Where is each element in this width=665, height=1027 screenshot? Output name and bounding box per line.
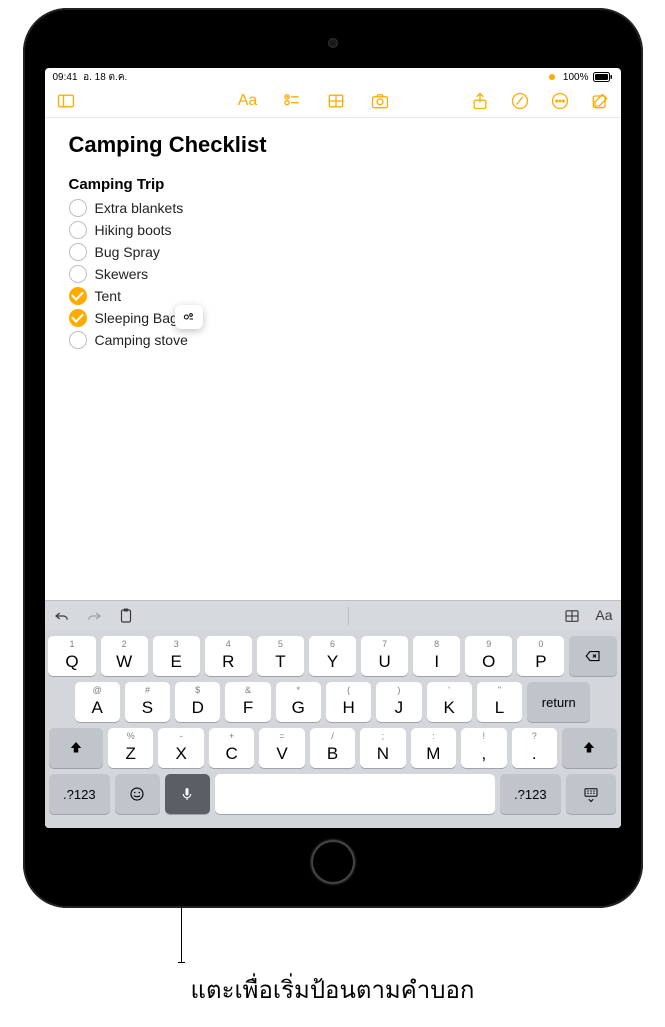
compose-icon[interactable] [589, 90, 611, 112]
key-c[interactable]: +C [209, 728, 254, 768]
status-left: 09:41 อ. 18 ต.ค. [53, 70, 128, 85]
numbers-key-right[interactable]: .?123 [500, 774, 562, 814]
checkbox-icon[interactable] [69, 265, 87, 283]
key-r[interactable]: 4R [205, 636, 252, 676]
checklist-item[interactable]: Hiking boots [69, 221, 597, 239]
text-selection-popup[interactable] [175, 305, 203, 329]
numbers-key-left[interactable]: .?123 [49, 774, 111, 814]
key-m[interactable]: :M [411, 728, 456, 768]
key-g[interactable]: *G [276, 682, 321, 722]
checkbox-icon[interactable] [69, 331, 87, 349]
checklist-item-label: Sleeping Bag [95, 310, 178, 326]
sidebar-toggle-icon[interactable] [55, 90, 77, 112]
notes-toolbar: Aa [45, 84, 621, 118]
key-e[interactable]: 3E [153, 636, 200, 676]
key-.[interactable]: ?. [512, 728, 557, 768]
key-i[interactable]: 8I [413, 636, 460, 676]
checklist-item-label: Tent [95, 288, 121, 304]
key-w[interactable]: 2W [101, 636, 148, 676]
emoji-key[interactable] [115, 774, 160, 814]
checklist-icon[interactable] [281, 90, 303, 112]
redo-icon[interactable] [85, 607, 103, 625]
keyboard-accessory-bar: Aa [45, 600, 621, 630]
status-date: อ. 18 ต.ค. [83, 72, 127, 83]
checkbox-icon[interactable] [69, 221, 87, 239]
key-o[interactable]: 9O [465, 636, 512, 676]
key-u[interactable]: 7U [361, 636, 408, 676]
note-title: Camping Checklist [69, 132, 597, 158]
checklist-item-label: Camping stove [95, 332, 188, 348]
key-y[interactable]: 6Y [309, 636, 356, 676]
key-j[interactable]: )J [376, 682, 421, 722]
front-camera [328, 38, 338, 48]
key-q[interactable]: 1Q [48, 636, 95, 676]
key-b[interactable]: /B [310, 728, 355, 768]
note-body[interactable]: Camping Checklist Camping Trip Extra bla… [45, 118, 621, 600]
undo-icon[interactable] [53, 607, 71, 625]
battery-icon [593, 72, 613, 82]
checklist-item[interactable]: Skewers [69, 265, 597, 283]
camera-icon[interactable] [369, 90, 391, 112]
checklist-item[interactable]: Bug Spray [69, 243, 597, 261]
dismiss-keyboard-key[interactable] [566, 774, 616, 814]
checklist-item-label: Skewers [95, 266, 149, 282]
dictation-key[interactable] [165, 774, 210, 814]
shift-key-left[interactable] [49, 728, 104, 768]
recording-indicator-icon [549, 74, 555, 80]
checkbox-icon[interactable] [69, 309, 87, 327]
callout-text: แตะเพื่อเริ่มป้อนตามคำบอก [23, 970, 643, 1009]
callout: แตะเพื่อเริ่มป้อนตามคำบอก [23, 908, 643, 1009]
battery-pct: 100% [563, 72, 589, 83]
checklist-item[interactable]: Tent [69, 287, 597, 305]
backspace-key[interactable] [569, 636, 616, 676]
key-,[interactable]: !, [461, 728, 506, 768]
key-f[interactable]: &F [225, 682, 270, 722]
key-p[interactable]: 0P [517, 636, 564, 676]
key-s[interactable]: #S [125, 682, 170, 722]
checkbox-icon[interactable] [69, 243, 87, 261]
callout-leader-line [181, 842, 182, 962]
note-subtitle: Camping Trip [69, 176, 597, 193]
status-bar: 09:41 อ. 18 ต.ค. 100% [45, 68, 621, 84]
ipad-frame: 09:41 อ. 18 ต.ค. 100% [23, 8, 643, 908]
screen: 09:41 อ. 18 ต.ค. 100% [45, 68, 621, 828]
space-key[interactable] [215, 774, 495, 814]
checklist-item[interactable]: Extra blankets [69, 199, 597, 217]
key-z[interactable]: %Z [108, 728, 153, 768]
status-time: 09:41 [53, 72, 78, 83]
key-a[interactable]: @A [75, 682, 120, 722]
checklist-item-label: Extra blankets [95, 200, 184, 216]
key-v[interactable]: =V [259, 728, 304, 768]
key-t[interactable]: 5T [257, 636, 304, 676]
checklist-item-label: Bug Spray [95, 244, 160, 260]
divider [348, 607, 349, 625]
format-aa-icon[interactable]: Aa [595, 607, 612, 625]
status-right: 100% [549, 72, 613, 83]
checkbox-icon[interactable] [69, 199, 87, 217]
key-k[interactable]: 'K [427, 682, 472, 722]
key-d[interactable]: $D [175, 682, 220, 722]
shift-key-right[interactable] [562, 728, 617, 768]
checklist-item-label: Hiking boots [95, 222, 172, 238]
markup-icon[interactable] [509, 90, 531, 112]
checkbox-icon[interactable] [69, 287, 87, 305]
on-screen-keyboard: 1Q2W3E4R5T6Y7U8I9O0P @A#S$D&F*G(H)J'K"Lr… [45, 630, 621, 828]
key-h[interactable]: (H [326, 682, 371, 722]
table-insert-icon[interactable] [563, 607, 581, 625]
table-icon[interactable] [325, 90, 347, 112]
return-key[interactable]: return [527, 682, 590, 722]
format-text-icon[interactable]: Aa [237, 90, 259, 112]
checklist-item[interactable]: Sleeping Bag [69, 309, 597, 327]
home-button[interactable] [311, 840, 355, 884]
key-x[interactable]: -X [158, 728, 203, 768]
more-icon[interactable] [549, 90, 571, 112]
paste-icon[interactable] [117, 607, 135, 625]
key-l[interactable]: "L [477, 682, 522, 722]
key-n[interactable]: ;N [360, 728, 405, 768]
checklist-item[interactable]: Camping stove [69, 331, 597, 349]
checklist: Extra blankets Hiking boots Bug Spray Skewe… [69, 199, 597, 349]
share-icon[interactable] [469, 90, 491, 112]
